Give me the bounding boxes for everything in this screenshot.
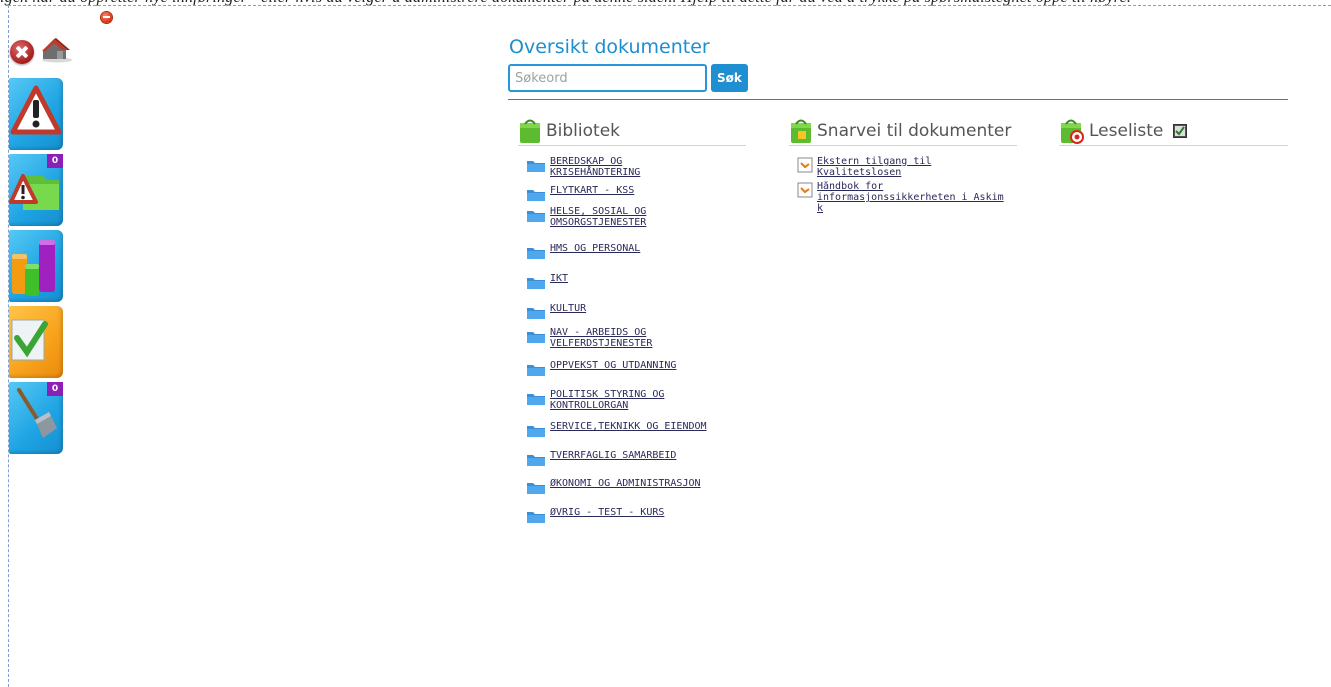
dashed-frame-top bbox=[8, 5, 1331, 6]
library-item[interactable]: KULTUR bbox=[526, 303, 746, 327]
library-link[interactable]: NAV - ARBEIDS OG VELFERDSTJENESTER bbox=[550, 327, 710, 349]
sidebar-item-statistics[interactable] bbox=[9, 230, 63, 302]
library-item[interactable]: ØKONOMI OG ADMINISTRASJON bbox=[526, 478, 746, 507]
deviation-count-badge: 0 bbox=[47, 154, 63, 168]
sidebar-item-checklist[interactable] bbox=[9, 306, 63, 378]
library-item[interactable]: IKT bbox=[526, 273, 746, 303]
library-item[interactable]: POLITISK STYRING OG KONTROLLORGAN bbox=[526, 389, 746, 421]
home-icon[interactable] bbox=[40, 37, 74, 67]
library-item[interactable]: OPPVEKST OG UTDANNING bbox=[526, 360, 746, 389]
library-link[interactable]: ØVRIG - TEST - KURS bbox=[550, 507, 710, 518]
shortcuts-bag-icon bbox=[791, 119, 811, 143]
folder-icon bbox=[527, 365, 545, 376]
library-item[interactable]: SERVICE,TEKNIKK OG EIENDOM bbox=[526, 421, 746, 450]
library-title: Bibliotek bbox=[546, 120, 620, 141]
library-link[interactable]: BEREDSKAP OG KRISEHÅNDTERING bbox=[550, 156, 710, 178]
sidebar: 0 0 bbox=[9, 78, 63, 458]
library-item[interactable]: HMS OG PERSONAL bbox=[526, 243, 746, 273]
shortcuts-section: Snarvei til dokumenter Ekstern tilgang t… bbox=[789, 116, 1017, 217]
shortcuts-list: Ekstern tilgang til Kvalitetslosen Håndbo… bbox=[789, 156, 1017, 214]
library-link[interactable]: HELSE, SOSIAL OG OMSORGSTJENESTER bbox=[550, 206, 710, 228]
shortcut-link[interactable]: Ekstern tilgang til Kvalitetslosen bbox=[817, 156, 1007, 178]
library-link[interactable]: ØKONOMI OG ADMINISTRASJON bbox=[550, 478, 710, 489]
divider bbox=[508, 99, 1288, 100]
warning-triangle-icon bbox=[10, 85, 62, 135]
reading-list-title: Leseliste bbox=[1089, 120, 1164, 141]
folder-icon bbox=[527, 512, 545, 523]
tools-count-badge: 0 bbox=[47, 382, 63, 396]
remove-dot-icon[interactable] bbox=[101, 12, 112, 23]
page-title: Oversikt dokumenter bbox=[509, 36, 710, 58]
reading-list-bag-icon bbox=[1061, 119, 1084, 144]
library-link[interactable]: HMS OG PERSONAL bbox=[550, 243, 710, 254]
library-item[interactable]: TVERRFAGLIG SAMARBEID bbox=[526, 450, 746, 478]
library-item[interactable]: HELSE, SOSIAL OG OMSORGSTJENESTER bbox=[526, 206, 746, 243]
library-link[interactable]: KULTUR bbox=[550, 303, 710, 314]
library-list: BEREDSKAP OG KRISEHÅNDTERING FLYTKART - K… bbox=[518, 156, 746, 527]
checklist-icon bbox=[11, 319, 48, 361]
shortcut-doc-icon bbox=[797, 157, 813, 173]
library-item[interactable]: ØVRIG - TEST - KURS bbox=[526, 507, 746, 527]
library-item[interactable]: NAV - ARBEIDS OG VELFERDSTJENESTER bbox=[526, 327, 746, 360]
library-link[interactable]: IKT bbox=[550, 273, 710, 284]
sidebar-item-tools[interactable]: 0 bbox=[9, 382, 63, 454]
folder-icon bbox=[527, 426, 545, 437]
main-content: Oversikt dokumenter Søk Bibliotek BEREDS… bbox=[508, 36, 1288, 523]
folder-icon bbox=[527, 248, 545, 259]
library-item[interactable]: FLYTKART - KSS bbox=[526, 185, 746, 206]
folder-icon bbox=[527, 483, 545, 494]
library-link[interactable]: SERVICE,TEKNIKK OG EIENDOM bbox=[550, 421, 710, 432]
search-button[interactable]: Søk bbox=[711, 64, 748, 92]
shortcut-item[interactable]: Ekstern tilgang til Kvalitetslosen bbox=[797, 156, 1017, 178]
library-item[interactable]: BEREDSKAP OG KRISEHÅNDTERING bbox=[526, 156, 746, 185]
close-icon[interactable] bbox=[10, 40, 34, 64]
shortcut-item[interactable]: Håndbok for informasjonssikkerheten i As… bbox=[797, 181, 1017, 214]
shortcut-link[interactable]: Håndbok for informasjonssikkerheten i As… bbox=[817, 181, 1007, 214]
library-link[interactable]: OPPVEKST OG UTDANNING bbox=[550, 360, 710, 371]
shortcuts-title: Snarvei til dokumenter bbox=[817, 120, 1012, 141]
folder-icon bbox=[527, 211, 545, 222]
library-link[interactable]: POLITISK STYRING OG KONTROLLORGAN bbox=[550, 389, 710, 411]
folder-icon bbox=[527, 332, 545, 343]
checkbox-icon[interactable] bbox=[1173, 123, 1188, 138]
folder-icon bbox=[527, 455, 545, 466]
folder-icon bbox=[527, 308, 545, 319]
library-bag-icon bbox=[520, 119, 540, 143]
library-link[interactable]: FLYTKART - KSS bbox=[550, 185, 710, 196]
search-input[interactable] bbox=[508, 64, 707, 92]
bar-chart-icon bbox=[12, 240, 55, 296]
folder-icon bbox=[527, 394, 545, 405]
reading-list-section: Leseliste bbox=[1059, 116, 1288, 146]
sidebar-item-deviation[interactable]: 0 bbox=[9, 154, 63, 226]
folder-icon bbox=[527, 278, 545, 289]
folder-icon bbox=[527, 190, 545, 201]
library-link[interactable]: TVERRFAGLIG SAMARBEID bbox=[550, 450, 710, 461]
search-bar: Søk bbox=[508, 64, 1288, 92]
folder-icon bbox=[527, 161, 545, 172]
sidebar-item-warning[interactable] bbox=[9, 78, 63, 150]
library-section: Bibliotek BEREDSKAP OG KRISEHÅNDTERING FL… bbox=[518, 116, 746, 527]
shortcut-doc-icon bbox=[797, 182, 813, 198]
